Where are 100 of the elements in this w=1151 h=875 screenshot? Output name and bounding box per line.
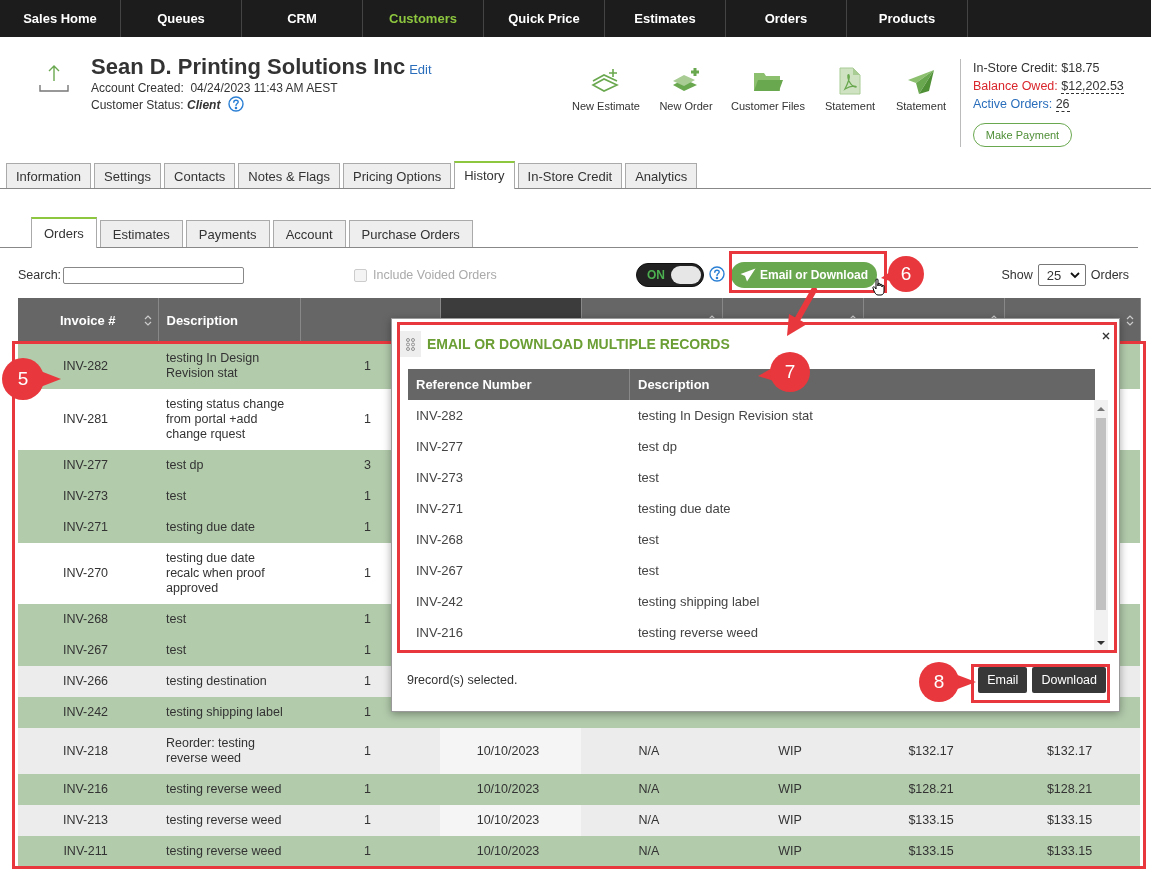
table-cell-text: testing In Design Revision stat xyxy=(637,408,813,423)
nav-link[interactable]: Orders xyxy=(726,0,847,37)
column-header[interactable]: Description xyxy=(158,298,300,343)
table-row[interactable]: INV-218 Reorder: testing reverse weed 1 10/10/2023 N/A WIP $132.17 $132.17 xyxy=(18,728,1140,774)
table-cell: $132.17 xyxy=(1046,743,1093,758)
toggle-switch[interactable]: ON xyxy=(636,263,704,287)
dialog-button[interactable]: Download xyxy=(1032,667,1106,693)
balance-link[interactable]: $12,202.53 xyxy=(1061,79,1124,94)
field-label: Search: xyxy=(18,268,62,282)
action-button[interactable]: Customer Files xyxy=(726,65,810,160)
table-cell: 1 xyxy=(364,782,371,796)
table-cell: $128.21 xyxy=(1046,782,1093,796)
table-cell-text: INV-267 xyxy=(415,563,464,578)
table-cell: 1 xyxy=(364,412,371,426)
nav-link[interactable]: Customers xyxy=(363,0,484,37)
table-cell: N/A xyxy=(638,743,660,758)
field-label: Customer Status: xyxy=(91,98,184,112)
sort-icon xyxy=(1125,314,1134,327)
table-cell: testing shipping label xyxy=(166,705,283,719)
upload-icon[interactable] xyxy=(38,63,70,93)
tab[interactable]: Information xyxy=(6,163,92,188)
tab[interactable]: History xyxy=(454,161,515,189)
table-cell: 1 xyxy=(364,612,371,626)
table-row[interactable]: INV-213 testing reverse weed 1 10/10/2023 N/A WIP $133.15 $133.15 xyxy=(18,805,1140,836)
tab[interactable]: Contacts xyxy=(164,163,236,188)
table-cell: 1 xyxy=(364,566,371,580)
table-cell: $133.15 xyxy=(908,844,954,858)
tab[interactable]: Pricing Options xyxy=(343,163,452,188)
sort-icon xyxy=(143,314,152,327)
table-cell: 1 xyxy=(364,520,371,534)
active-orders-link[interactable]: 26 xyxy=(1055,97,1070,112)
scrollbar[interactable] xyxy=(1094,400,1108,650)
table-cell: 10/10/2023 xyxy=(476,782,540,796)
help-icon[interactable] xyxy=(228,96,245,112)
dialog-button[interactable]: Email xyxy=(978,667,1028,693)
column-header: Description xyxy=(637,377,710,392)
table-cell: $133.15 xyxy=(1046,844,1093,858)
tab[interactable]: Settings xyxy=(94,163,162,188)
checkbox-label: Include Voided Orders xyxy=(373,268,497,282)
table-cell: INV-216 xyxy=(62,782,109,796)
table-cell: $132.17 xyxy=(908,743,954,758)
table-cell: 1 xyxy=(364,489,371,503)
table-cell-text: test dp xyxy=(637,439,678,454)
action-button[interactable]: New Estimate xyxy=(566,65,646,160)
make-payment-button[interactable]: Make Payment xyxy=(973,123,1072,147)
close-icon[interactable] xyxy=(1102,332,1110,340)
column-header[interactable]: Invoice # xyxy=(18,298,158,343)
table-cell: INV-273 xyxy=(62,489,109,503)
page-size-select[interactable]: 25 xyxy=(1037,264,1086,286)
subtab[interactable]: Purchase Orders xyxy=(348,220,473,247)
action-button[interactable]: Statement xyxy=(890,65,952,160)
nav-link[interactable]: Sales Home xyxy=(0,0,121,37)
table-cell: 3 xyxy=(364,458,371,472)
table-cell: testing In Design Revision stat xyxy=(166,351,260,380)
table-cell: N/A xyxy=(638,813,660,827)
table-cell: 1 xyxy=(364,813,371,827)
table-cell: 10/10/2023 xyxy=(476,813,540,827)
table-cell: 1 xyxy=(364,358,371,373)
help-icon[interactable] xyxy=(709,265,725,282)
table-cell: INV-242 xyxy=(62,705,109,719)
table-cell-text: INV-277 xyxy=(415,439,464,454)
table-cell-text: INV-282 xyxy=(415,408,464,423)
nav-link[interactable]: Estimates xyxy=(605,0,726,37)
tab[interactable]: Analytics xyxy=(625,163,698,188)
field-value: Client xyxy=(187,98,221,112)
subtab[interactable]: Orders xyxy=(31,217,97,248)
subtab[interactable]: Payments xyxy=(185,220,270,247)
action-button[interactable]: Statement xyxy=(810,65,890,160)
table-cell: INV-270 xyxy=(62,566,109,580)
nav-link[interactable]: CRM xyxy=(242,0,363,37)
field-value: 04/24/2023 11:43 AM AEST xyxy=(190,81,338,95)
tab[interactable]: In-Store Credit xyxy=(517,163,623,188)
search-field[interactable] xyxy=(63,266,245,284)
table-cell: $128.21 xyxy=(908,782,954,796)
field-value: $18.75 xyxy=(1061,61,1100,75)
pdf-file-icon xyxy=(839,67,861,95)
table-cell-text: INV-273 xyxy=(415,470,464,485)
nav-link[interactable]: Quick Price xyxy=(484,0,605,37)
table-row[interactable]: INV-211 testing reverse weed 1 10/10/2023 N/A WIP $133.15 $133.15 xyxy=(18,836,1140,867)
action-button[interactable]: New Order xyxy=(646,65,726,160)
subtab[interactable]: Account xyxy=(272,220,346,247)
table-cell: N/A xyxy=(638,844,660,858)
edit-link[interactable]: Edit xyxy=(409,62,432,77)
table-cell: INV-271 xyxy=(62,520,109,534)
table-cell-text: INV-271 xyxy=(415,501,464,516)
field-label: Active Orders: xyxy=(973,97,1053,111)
table-cell: testing reverse weed xyxy=(166,782,282,796)
table-cell-text: test xyxy=(637,532,659,547)
nav-link[interactable]: Queues xyxy=(121,0,242,37)
subtab[interactable]: Estimates xyxy=(99,220,183,247)
nav-link[interactable]: Products xyxy=(847,0,968,37)
tab[interactable]: Notes & Flags xyxy=(238,163,340,188)
table-cell: testing due date xyxy=(166,520,255,534)
table-cell: 1 xyxy=(364,743,371,758)
grip-icon[interactable] xyxy=(405,337,415,351)
table-cell: 10/10/2023 xyxy=(476,844,540,858)
field-label: Balance Owed: xyxy=(973,79,1058,93)
table-row[interactable]: INV-216 testing reverse weed 1 10/10/2023 N/A WIP $128.21 $128.21 xyxy=(18,774,1140,805)
table-cell-text: INV-216 xyxy=(415,625,464,640)
table-cell: INV-282 xyxy=(62,358,109,373)
